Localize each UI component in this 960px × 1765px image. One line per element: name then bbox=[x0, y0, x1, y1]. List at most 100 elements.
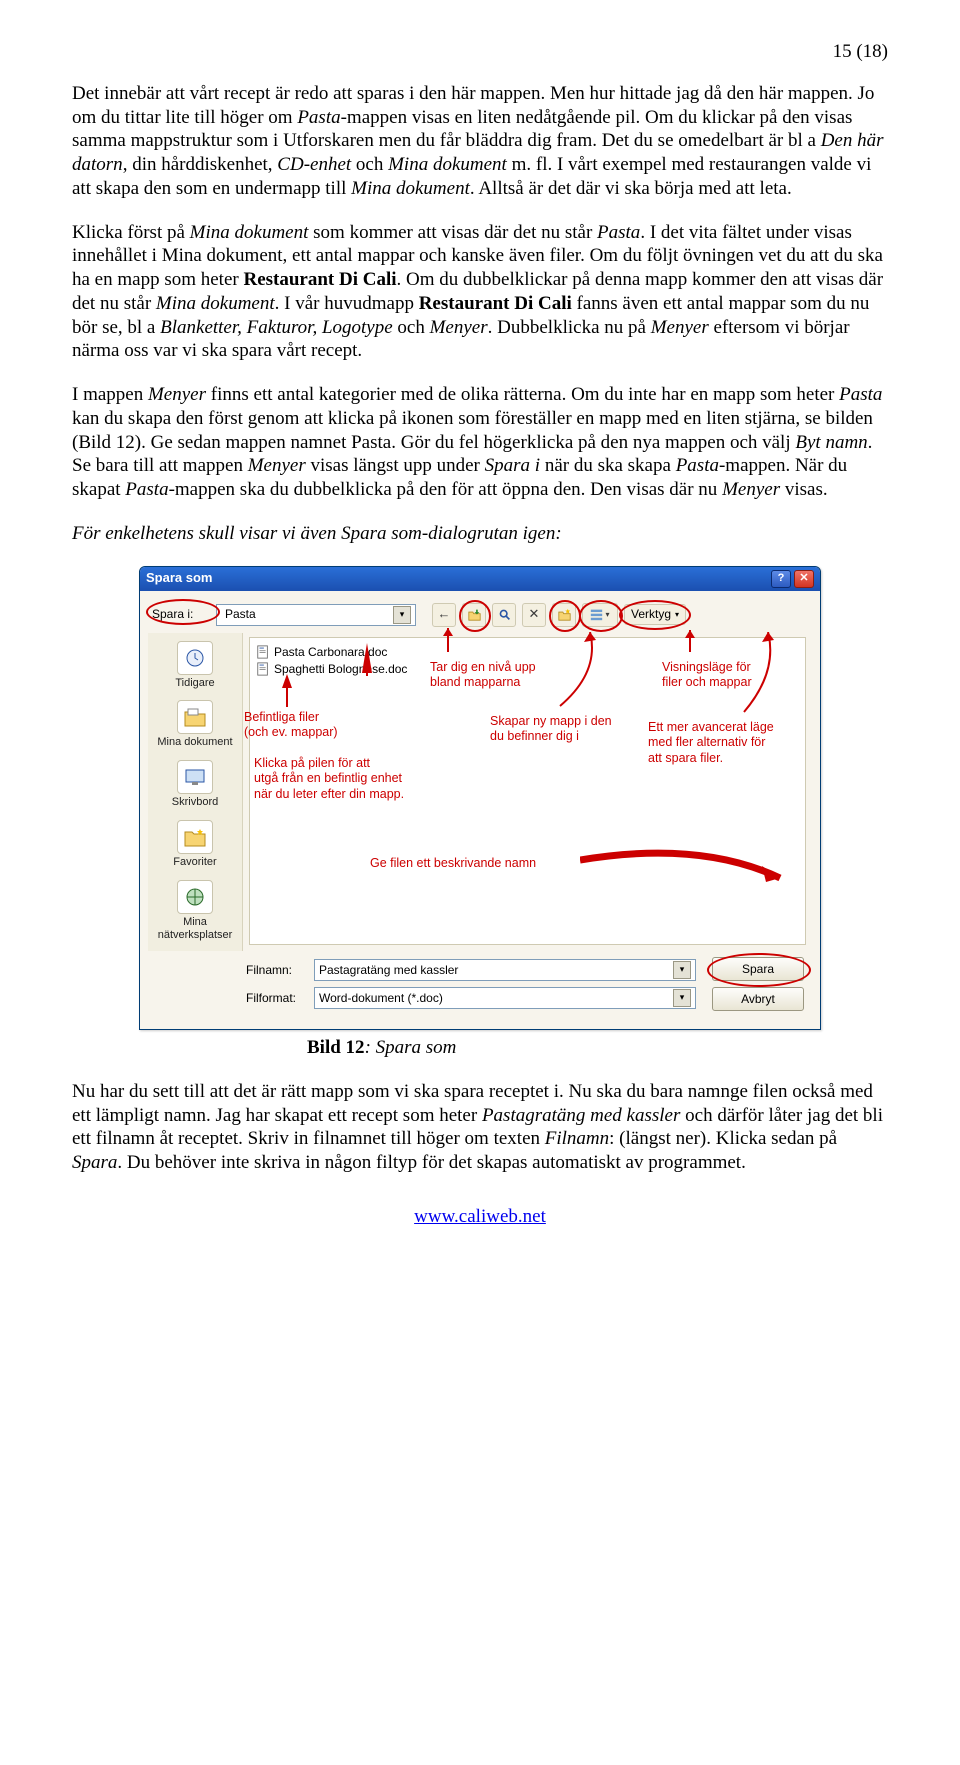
place-label: Skrivbord bbox=[172, 796, 218, 808]
tools-menu[interactable]: Verktyg ▾ bbox=[624, 604, 686, 625]
text: Spara bbox=[72, 1152, 117, 1173]
place-favorites[interactable]: Favoriter bbox=[155, 820, 235, 870]
search-icon[interactable] bbox=[492, 603, 516, 627]
place-label: Favoriter bbox=[173, 856, 216, 868]
place-label: Mina nätverksplatser bbox=[158, 916, 233, 942]
text: Mina dokument bbox=[156, 293, 275, 314]
titlebar: Spara som ? ✕ bbox=[140, 567, 820, 591]
text: Pasta bbox=[676, 455, 719, 476]
chevron-down-icon: ▾ bbox=[675, 610, 679, 620]
text: För enkelhetens skull visar vi även Spar… bbox=[72, 523, 562, 544]
place-label: Mina dokument bbox=[157, 736, 232, 748]
save-as-dialog: Spara som ? ✕ Spara i: Pasta ▾ ← bbox=[139, 566, 821, 1031]
file-list[interactable]: Pasta Carbonara.doc Spaghetti Bolognese.… bbox=[249, 637, 806, 946]
arrow-icon bbox=[282, 674, 292, 688]
save-in-label: Spara i: bbox=[152, 607, 208, 622]
new-folder-icon[interactable] bbox=[552, 603, 576, 627]
save-in-dropdown[interactable]: Pasta ▾ bbox=[216, 604, 416, 626]
text: Menyer bbox=[148, 384, 211, 405]
filename-label: Filnamn: bbox=[246, 963, 308, 978]
place-desktop[interactable]: Skrivbord bbox=[155, 760, 235, 810]
swoosh-arrow-icon bbox=[580, 848, 790, 888]
text: Filnamn bbox=[545, 1128, 609, 1149]
callout-existing-files: Befintliga filer (och ev. mappar) bbox=[244, 710, 338, 741]
place-mydocs[interactable]: Mina dokument bbox=[155, 700, 235, 750]
text: Mina dokument bbox=[388, 154, 507, 175]
text: . Du behöver inte skriva in någon filtyp… bbox=[117, 1152, 745, 1173]
callout-drive-arrow: Klicka på pilen för att utgå från en bef… bbox=[254, 756, 404, 803]
caption-italic: : Spara som bbox=[365, 1037, 457, 1058]
text: kan du skapa den först genom att klicka … bbox=[72, 408, 873, 453]
text: som kommer att visas där det nu står bbox=[308, 222, 597, 243]
filetype-value: Word-dokument (*.doc) bbox=[319, 991, 443, 1006]
figure-caption: Bild 12: Spara som bbox=[307, 1036, 888, 1060]
btn-label: Avbryt bbox=[741, 992, 775, 1007]
places-bar: Tidigare Mina dokument Skrivbord Favorit… bbox=[148, 633, 243, 952]
text: Blanketter, Fakturor, Logotype bbox=[160, 317, 397, 338]
place-label: Tidigare bbox=[175, 677, 214, 689]
help-icon[interactable]: ? bbox=[771, 570, 791, 588]
chevron-down-icon[interactable]: ▾ bbox=[393, 606, 411, 624]
text: Pasta bbox=[125, 479, 168, 500]
arrow-icon bbox=[362, 643, 372, 673]
title-text: Spara som bbox=[146, 570, 212, 586]
filetype-dropdown[interactable]: Word-dokument (*.doc) ▾ bbox=[314, 987, 696, 1009]
text: Restaurant Di Cali bbox=[243, 269, 396, 290]
caption-bold: Bild 12 bbox=[307, 1037, 365, 1058]
chevron-down-icon[interactable]: ▾ bbox=[673, 989, 691, 1007]
text: Menyer bbox=[248, 455, 306, 476]
text: och bbox=[397, 317, 429, 338]
text: Pastagratäng med kassler bbox=[482, 1105, 680, 1126]
text: . Alltså är det där vi ska börja med att… bbox=[470, 178, 792, 199]
paragraph-4: För enkelhetens skull visar vi även Spar… bbox=[72, 522, 888, 546]
paragraph-1: Det innebär att vårt recept är redo att … bbox=[72, 82, 888, 201]
text: Mina dokument bbox=[190, 222, 309, 243]
text: : (längst ner). Klicka sedan på bbox=[609, 1128, 837, 1149]
save-button[interactable]: Spara bbox=[712, 957, 804, 981]
views-icon[interactable]: ▾ bbox=[582, 603, 618, 627]
file-item[interactable]: Pasta Carbonara.doc bbox=[256, 644, 799, 661]
delete-icon[interactable]: ✕ bbox=[522, 603, 546, 627]
paragraph-3: I mappen Menyer finns ett antal kategori… bbox=[72, 383, 888, 502]
filename-input[interactable]: Pastagratäng med kassler ▾ bbox=[314, 959, 696, 981]
paragraph-2: Klicka först på Mina dokument som kommer… bbox=[72, 221, 888, 364]
text: Menyer bbox=[722, 479, 780, 500]
save-in-row: Spara i: Pasta ▾ ← ✕ bbox=[148, 599, 812, 633]
tools-label: Verktyg bbox=[631, 607, 671, 622]
text: när du ska skapa bbox=[540, 455, 676, 476]
text: I mappen bbox=[72, 384, 148, 405]
filename-value: Pastagratäng med kassler bbox=[319, 963, 458, 978]
text: Byt namn bbox=[795, 432, 867, 453]
text: Menyer bbox=[430, 317, 488, 338]
folder-name: Pasta bbox=[225, 607, 256, 622]
callout-tools: Ett mer avancerat läge med fler alternat… bbox=[648, 720, 774, 767]
back-icon[interactable]: ← bbox=[432, 603, 456, 627]
text: Mina dokument bbox=[351, 178, 470, 199]
text: Restaurant Di Cali bbox=[419, 293, 572, 314]
text: Spara i bbox=[485, 455, 540, 476]
text: , din hårddiskenhet, bbox=[123, 154, 278, 175]
text: . Dubbelklicka nu på bbox=[488, 317, 651, 338]
footer-link[interactable]: www.caliweb.net bbox=[72, 1205, 888, 1229]
text: visas längst upp under bbox=[306, 455, 485, 476]
place-recent[interactable]: Tidigare bbox=[155, 641, 235, 691]
text: visas. bbox=[780, 479, 828, 500]
place-network[interactable]: Mina nätverksplatser bbox=[155, 880, 235, 944]
btn-label: Spara bbox=[742, 962, 774, 977]
chevron-down-icon[interactable]: ▾ bbox=[673, 961, 691, 979]
bottom-row: Filnamn: Pastagratäng med kassler ▾ Filf… bbox=[148, 951, 812, 1021]
file-item[interactable]: Spaghetti Bolognese.doc bbox=[256, 661, 799, 678]
text: Pasta bbox=[597, 222, 640, 243]
cancel-button[interactable]: Avbryt bbox=[712, 987, 804, 1011]
close-icon[interactable]: ✕ bbox=[794, 570, 814, 588]
text: och bbox=[356, 154, 388, 175]
page-number: 15 (18) bbox=[72, 40, 888, 64]
text: finns ett antal kategorier med de olika … bbox=[211, 384, 839, 405]
text: Klicka först på bbox=[72, 222, 190, 243]
paragraph-5: Nu har du sett till att det är rätt mapp… bbox=[72, 1080, 888, 1175]
callout-filename: Ge filen ett beskrivande namn bbox=[370, 856, 536, 872]
text: Pasta bbox=[839, 384, 882, 405]
up-one-level-icon[interactable] bbox=[462, 603, 486, 627]
text: CD-enhet bbox=[277, 154, 356, 175]
text: Menyer bbox=[651, 317, 709, 338]
